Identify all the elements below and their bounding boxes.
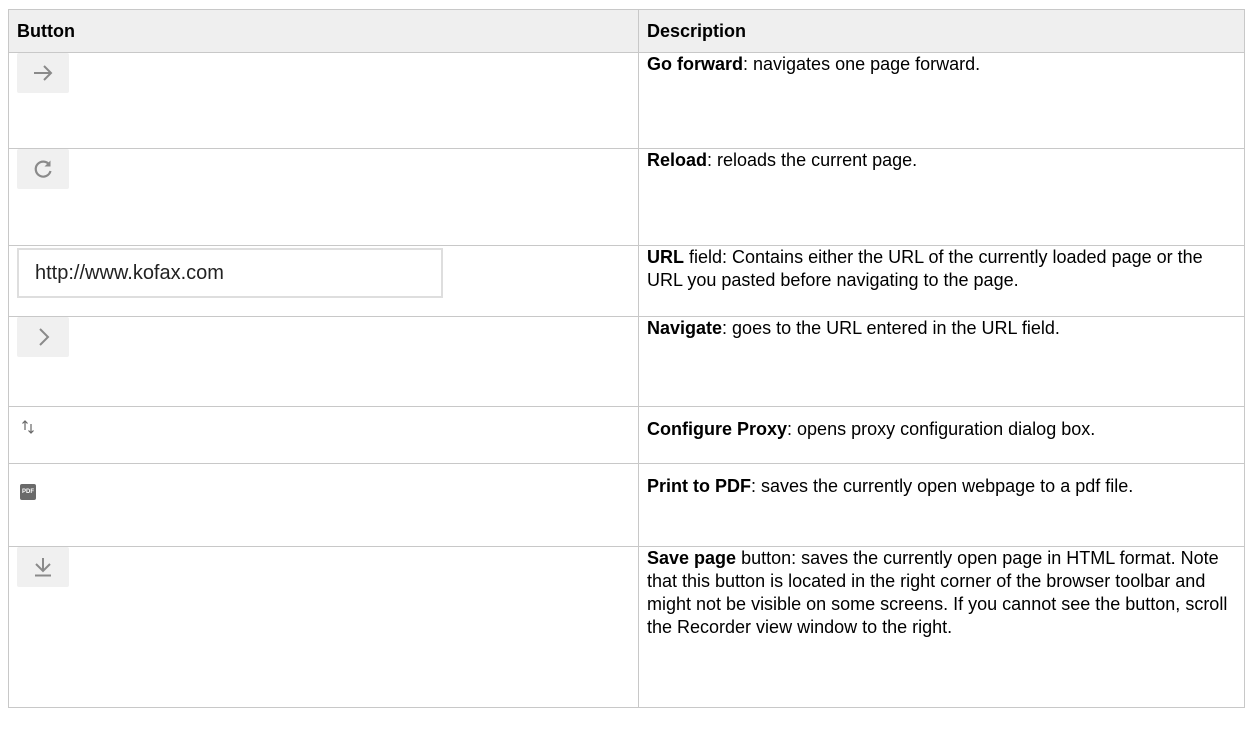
button-cell: PDF xyxy=(8,463,639,547)
description-cell: Print to PDF: saves the currently open w… xyxy=(638,463,1245,547)
description-term: Print to PDF xyxy=(647,476,751,496)
proxy-arrows-icon xyxy=(22,420,34,434)
description-term: Reload xyxy=(647,150,708,170)
table-row: Save page button: saves the currently op… xyxy=(8,546,1245,708)
reload-icon xyxy=(34,160,52,178)
table-row: PDF Print to PDF: saves the currently op… xyxy=(8,463,1245,547)
go-forward-button[interactable] xyxy=(17,53,69,93)
table-row: Reload: reloads the current page. xyxy=(8,148,1245,246)
button-cell xyxy=(8,316,639,407)
download-icon xyxy=(35,558,51,577)
header-button: Button xyxy=(8,9,639,53)
description-cell: Go forward: navigates one page forward. xyxy=(638,52,1245,149)
print-to-pdf-button[interactable]: PDF xyxy=(20,484,36,500)
description-cell: Navigate: goes to the URL entered in the… xyxy=(638,316,1245,407)
description-cell: Configure Proxy: opens proxy configurati… xyxy=(638,406,1245,464)
description-cell: Reload: reloads the current page. xyxy=(638,148,1245,246)
table-header-row: Button Description xyxy=(8,9,1245,53)
pdf-icon: PDF xyxy=(22,489,34,495)
navigate-button[interactable] xyxy=(17,317,69,357)
description-term: Save page xyxy=(647,548,737,568)
button-description-table: Button Description Go forward: navigates… xyxy=(8,9,1245,708)
reload-button[interactable] xyxy=(17,149,69,189)
description-text: : goes to the URL entered in the URL fie… xyxy=(722,318,1060,338)
description-text: : opens proxy configuration dialog box. xyxy=(787,419,1096,439)
description-term: Navigate xyxy=(647,318,723,338)
description-cell: URL field: Contains either the URL of th… xyxy=(638,245,1245,317)
description-cell: Save page button: saves the currently op… xyxy=(638,546,1245,708)
table-row: http://www.kofax.com URL field: Contains… xyxy=(8,245,1245,317)
configure-proxy-button[interactable] xyxy=(19,418,37,436)
button-cell xyxy=(8,148,639,246)
description-text: : navigates one page forward. xyxy=(743,54,981,74)
description-term: Go forward xyxy=(647,54,744,74)
table-row: Navigate: goes to the URL entered in the… xyxy=(8,316,1245,407)
description-term: Configure Proxy xyxy=(647,419,788,439)
button-cell xyxy=(8,546,639,708)
save-page-button[interactable] xyxy=(17,547,69,587)
url-input[interactable]: http://www.kofax.com xyxy=(17,248,443,298)
button-cell xyxy=(8,406,639,464)
description-text: field: Contains either the URL of the cu… xyxy=(647,247,1203,290)
button-cell xyxy=(8,52,639,149)
arrow-right-icon xyxy=(34,65,53,81)
header-description: Description xyxy=(638,9,1245,53)
table-row: Configure Proxy: opens proxy configurati… xyxy=(8,406,1245,464)
description-text: : reloads the current page. xyxy=(707,150,918,170)
chevron-right-icon xyxy=(39,328,50,346)
description-term: URL xyxy=(647,247,684,267)
table-row: Go forward: navigates one page forward. xyxy=(8,52,1245,149)
description-text: : saves the currently open webpage to a … xyxy=(751,476,1134,496)
button-cell: http://www.kofax.com xyxy=(8,245,639,317)
